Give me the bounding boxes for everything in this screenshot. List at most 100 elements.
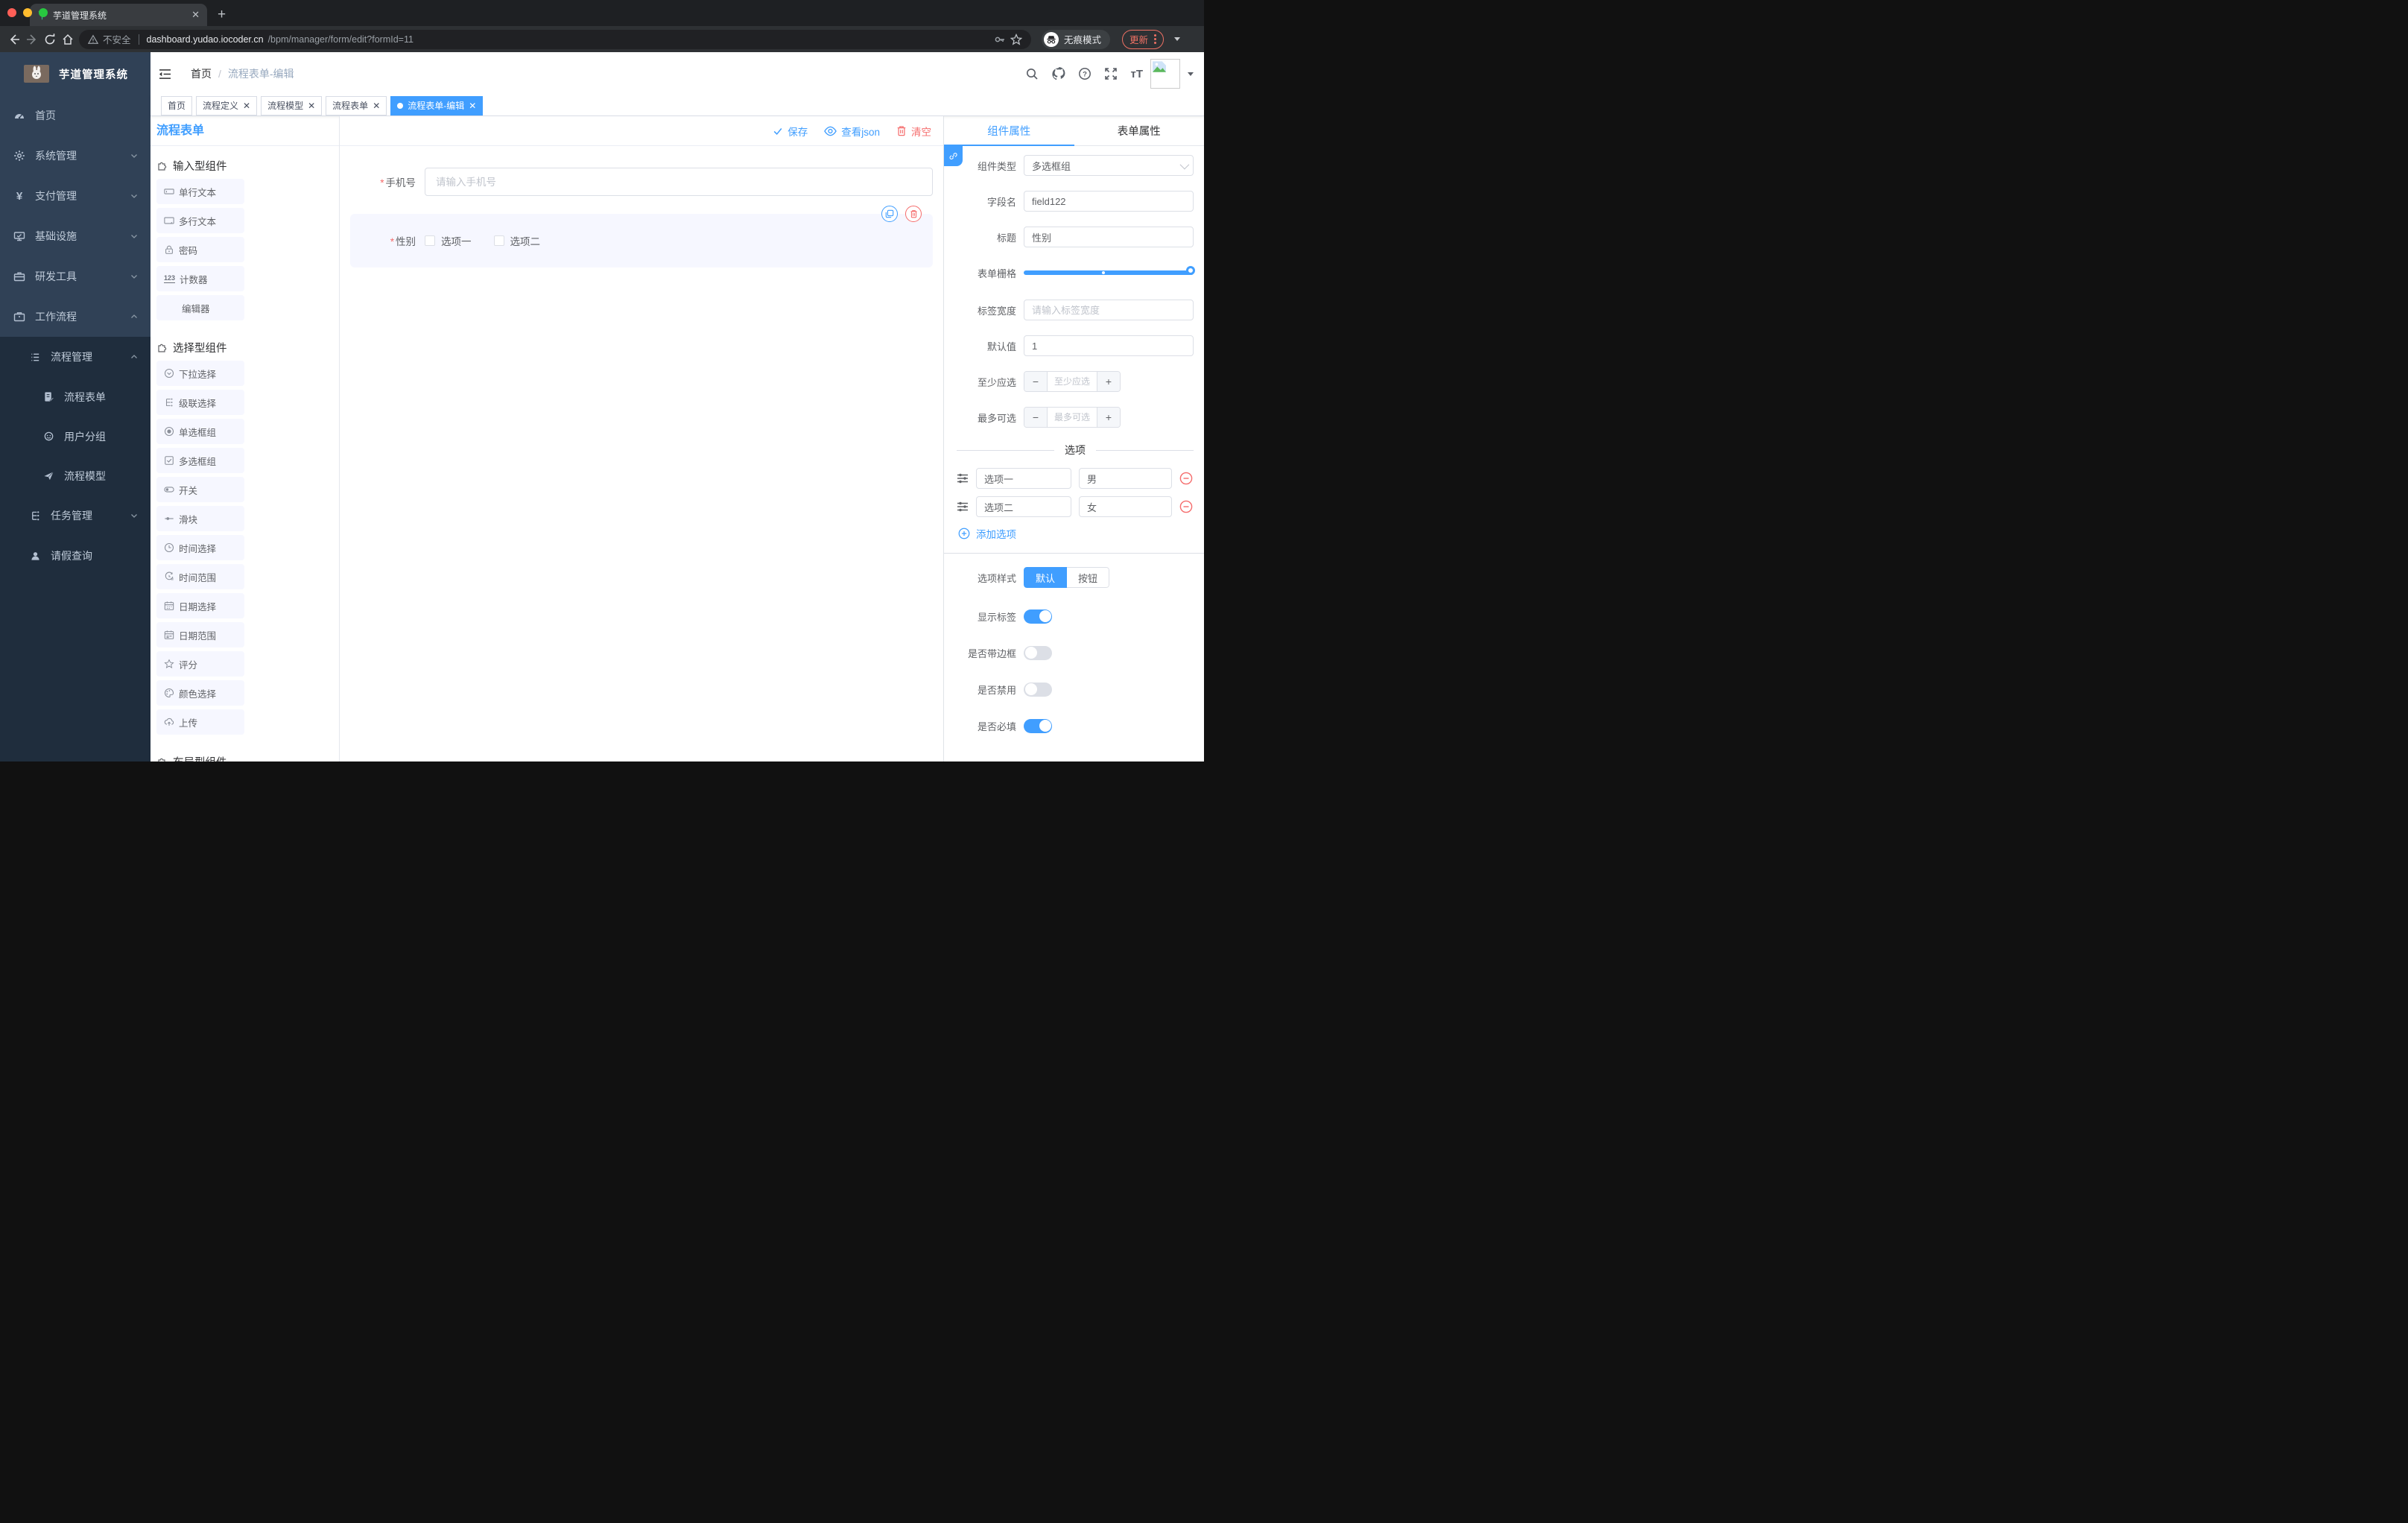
- component-type-select[interactable]: 多选框组: [1024, 155, 1194, 176]
- sidebar-item-infrastructure[interactable]: 基础设施: [0, 216, 150, 256]
- component-counter[interactable]: 123 计数器: [156, 266, 244, 291]
- tab-close-icon[interactable]: ✕: [191, 9, 200, 21]
- form-grid-slider[interactable]: [1024, 266, 1195, 275]
- minus-button[interactable]: −: [1024, 372, 1047, 391]
- github-icon[interactable]: [1051, 66, 1065, 81]
- component-time-range[interactable]: 时间范围: [156, 564, 244, 589]
- component-date-range[interactable]: 日期范围: [156, 622, 244, 647]
- forward-icon[interactable]: [25, 33, 39, 46]
- link-drag-tag[interactable]: [944, 146, 963, 166]
- tag-process-model[interactable]: 流程模型 ✕: [261, 95, 323, 115]
- component-multi-line-text[interactable]: 多行文本: [156, 208, 244, 233]
- tag-process-form[interactable]: 流程表单 ✕: [326, 95, 387, 115]
- component-date-picker[interactable]: 日期选择: [156, 593, 244, 618]
- tag-process-definition[interactable]: 流程定义 ✕: [196, 95, 258, 115]
- sidebar-item-payment[interactable]: ¥ 支付管理: [0, 176, 150, 216]
- sidebar-item-devtools[interactable]: 研发工具: [0, 256, 150, 297]
- component-rate[interactable]: 评分: [156, 651, 244, 677]
- max-select-input[interactable]: [1047, 408, 1097, 427]
- browser-update-menu-button[interactable]: 更新: [1122, 29, 1165, 49]
- option2-value-input[interactable]: [1079, 496, 1172, 517]
- sidebar-item-home[interactable]: 首页: [0, 95, 150, 136]
- bookmark-star-icon[interactable]: [1010, 33, 1022, 45]
- sidebar-item-process-management[interactable]: 流程管理: [0, 337, 150, 377]
- remove-option-button[interactable]: [1179, 500, 1193, 513]
- option1-value-input[interactable]: [1079, 468, 1172, 489]
- drag-handle-icon[interactable]: [957, 473, 969, 484]
- plus-button[interactable]: +: [1097, 408, 1120, 427]
- component-radio-group[interactable]: 单选框组: [156, 419, 244, 444]
- field-name-input[interactable]: [1024, 191, 1194, 212]
- avatar-caret-down-icon[interactable]: [1188, 72, 1194, 76]
- fullscreen-icon[interactable]: [1104, 67, 1118, 80]
- component-single-line-text[interactable]: 单行文本: [156, 179, 244, 204]
- back-icon[interactable]: [7, 33, 21, 46]
- minimize-window-button[interactable]: [23, 8, 32, 17]
- border-toggle[interactable]: [1024, 645, 1052, 660]
- close-icon[interactable]: ✕: [243, 101, 250, 110]
- checkbox-option1[interactable]: [425, 235, 435, 246]
- search-icon[interactable]: [1025, 67, 1039, 80]
- disabled-toggle[interactable]: [1024, 682, 1052, 697]
- label-width-input[interactable]: [1024, 300, 1194, 320]
- add-option-button[interactable]: 添加选项: [958, 525, 1194, 542]
- component-cascader[interactable]: 级联选择: [156, 390, 244, 415]
- hamburger-collapse-icon[interactable]: [159, 69, 171, 80]
- help-icon[interactable]: ?: [1078, 67, 1091, 80]
- component-password[interactable]: 密码: [156, 237, 244, 262]
- show-label-toggle[interactable]: [1024, 609, 1052, 624]
- avatar[interactable]: [1150, 59, 1180, 89]
- drag-handle-icon[interactable]: [957, 501, 969, 512]
- required-toggle[interactable]: [1024, 718, 1052, 733]
- close-window-button[interactable]: [7, 8, 16, 17]
- browser-tab[interactable]: 芋道管理系统 ✕: [30, 4, 207, 26]
- close-icon[interactable]: ✕: [373, 101, 380, 110]
- close-icon[interactable]: ✕: [308, 101, 315, 110]
- tab-form-props[interactable]: 表单属性: [1074, 116, 1205, 145]
- maximize-window-button[interactable]: [39, 8, 48, 17]
- sidebar-item-system[interactable]: 系统管理: [0, 136, 150, 176]
- save-button[interactable]: 保存: [773, 124, 808, 139]
- tab-component-props[interactable]: 组件属性: [944, 116, 1074, 146]
- reload-icon[interactable]: [43, 33, 57, 46]
- default-value-input[interactable]: [1024, 335, 1194, 356]
- sidebar-item-leave-query[interactable]: 请假查询: [0, 536, 150, 576]
- home-icon[interactable]: [61, 33, 75, 46]
- minus-button[interactable]: −: [1024, 408, 1047, 427]
- option1-label-input[interactable]: [976, 468, 1071, 489]
- new-tab-button[interactable]: +: [218, 4, 226, 26]
- min-select-input[interactable]: [1047, 372, 1097, 391]
- component-switch[interactable]: 开关: [156, 477, 244, 502]
- sidebar-item-process-form[interactable]: 流程表单: [0, 377, 150, 417]
- component-checkbox-group[interactable]: 多选框组: [156, 448, 244, 473]
- tag-home[interactable]: 首页: [161, 95, 193, 115]
- style-button-button[interactable]: 按钮: [1067, 567, 1110, 588]
- component-editor[interactable]: 编辑器: [156, 295, 244, 320]
- phone-input[interactable]: [425, 168, 933, 196]
- close-icon[interactable]: ✕: [469, 101, 476, 110]
- sidebar-item-process-model[interactable]: 流程模型: [0, 456, 150, 495]
- plus-button[interactable]: +: [1097, 372, 1120, 391]
- breadcrumb-home[interactable]: 首页: [191, 66, 212, 81]
- sidebar-item-user-groups[interactable]: 用户分组: [0, 417, 150, 456]
- copy-component-button[interactable]: [881, 206, 898, 222]
- slider-handle[interactable]: [1186, 266, 1195, 275]
- selected-component-gender[interactable]: * 性别 选项一 选项二: [350, 206, 933, 267]
- tag-process-form-edit[interactable]: 流程表单-编辑 ✕: [390, 95, 484, 115]
- option2-label-input[interactable]: [976, 496, 1071, 517]
- browser-caret-down-icon[interactable]: [1174, 37, 1181, 41]
- component-upload[interactable]: 上传: [156, 709, 244, 735]
- remove-option-button[interactable]: [1179, 472, 1193, 485]
- title-input[interactable]: [1024, 227, 1194, 247]
- font-size-icon[interactable]: тT: [1130, 68, 1143, 80]
- view-json-button[interactable]: 查看json: [824, 124, 880, 139]
- component-slider[interactable]: 滑块: [156, 506, 244, 531]
- component-time-picker[interactable]: 时间选择: [156, 535, 244, 560]
- address-bar[interactable]: 不安全 dashboard.yudao.iocoder.cn/bpm/manag…: [79, 29, 1031, 49]
- component-color-picker[interactable]: 颜色选择: [156, 680, 244, 706]
- delete-component-button[interactable]: [905, 206, 922, 222]
- clear-button[interactable]: 清空: [896, 124, 931, 139]
- style-default-button[interactable]: 默认: [1024, 567, 1068, 588]
- sidebar-item-task-management[interactable]: 任务管理: [0, 495, 150, 536]
- sidebar-logo[interactable]: 芋道管理系统: [0, 52, 150, 95]
